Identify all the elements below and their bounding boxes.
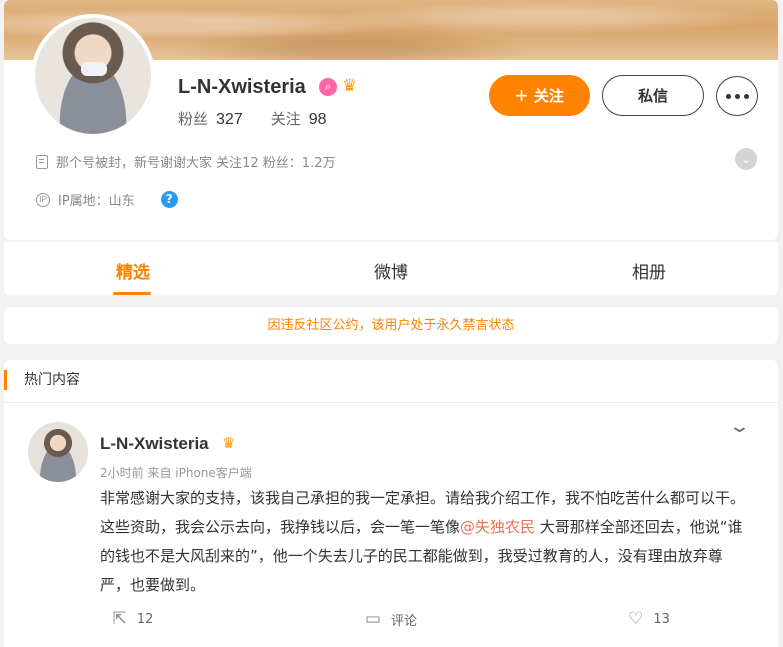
ban-notice: 因违反社区公约，该用户处于永久禁言状态 [4,307,778,344]
more-icon[interactable] [716,76,758,116]
share-icon: ⇱ [112,609,127,629]
help-icon[interactable]: ? [160,191,178,208]
comment-icon: ▭ [364,609,382,629]
profile-tabs: 精选 微博 相册 [4,242,778,295]
like-count: 13 [653,611,670,627]
divider [4,402,778,403]
following-label[interactable]: 关注 [271,110,301,128]
post-avatar[interactable] [28,422,88,482]
bio-row: 那个号被封，新号谢谢大家 关注12 粉丝：1.2万 [36,152,335,171]
post-meta[interactable]: 2小时前 来自 iPhone客户端 [100,464,252,481]
avatar[interactable] [31,14,155,138]
chevron-down-icon[interactable]: ⌄ [728,416,751,437]
mention-link[interactable]: @失独农民 [460,518,535,536]
ip-location: IP属地：山东 [58,194,135,209]
repost-count: 12 [136,611,154,627]
tab-weibo[interactable]: 微博 [262,242,520,295]
like-button[interactable]: ♡ 13 [520,609,778,629]
bio-text: 那个号被封，新号谢谢大家 关注12 粉丝：1.2万 [56,156,336,171]
following-count[interactable]: 98 [309,111,327,128]
hot-content-header: 热门内容 [4,370,80,390]
tab-album[interactable]: 相册 [520,242,778,295]
fans-count[interactable]: 327 [216,111,243,128]
plus-icon: + [515,82,528,108]
message-button[interactable]: 私信 [602,75,704,116]
doc-icon [36,154,48,169]
thumbs-up-icon: ♡ [628,609,644,629]
crown-icon[interactable]: ♛ [342,76,357,96]
comment-button[interactable]: ▭ 评论 [262,609,520,629]
expand-icon[interactable]: ⌄ [735,148,757,170]
follow-button[interactable]: + 关注 [489,75,590,116]
profile-nickname: L-N-Xwisteria [178,76,306,98]
profile-stats: 粉丝 327 关注 98 [178,108,355,129]
verified-badge-icon[interactable]: ⌕ [319,78,337,96]
comment-label: 评论 [391,613,418,629]
post-actions: ⇱ 12 ▭ 评论 ♡ 13 [4,609,778,629]
fans-label[interactable]: 粉丝 [178,110,208,128]
post-author[interactable]: L-N-Xwisteria [100,434,209,454]
follow-button-label: 关注 [533,88,564,105]
hot-content-card: 热门内容 L-N-Xwisteria ♛ 2小时前 来自 iPhone客户端 ⌄… [4,360,778,647]
crown-icon[interactable]: ♛ [222,434,235,452]
repost-button[interactable]: ⇱ 12 [4,609,262,629]
profile-card: L-N-Xwisteria ⌕ ♛ 粉丝 327 关注 98 + 关注 私信 那个号被… [4,0,778,240]
ip-icon: IP [36,192,50,207]
ip-row: IP IP属地：山东 ? [36,190,178,209]
tab-featured[interactable]: 精选 [4,242,262,295]
post-text: 非常感谢大家的支持，该我自己承担的我一定承担。请给我介绍工作，我不怕吃苦什么都可… [100,484,752,600]
